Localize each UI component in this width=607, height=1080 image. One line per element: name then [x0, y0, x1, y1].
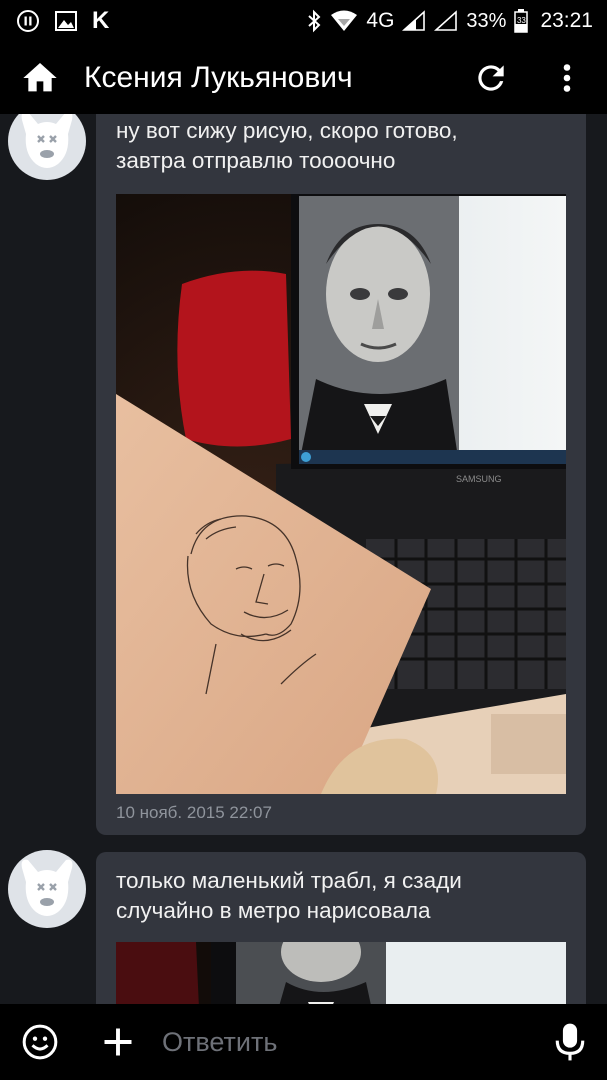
photo-image [116, 942, 566, 1004]
message-photo[interactable] [116, 942, 566, 1004]
page-title: Ксения Лукьянович [84, 61, 353, 94]
bluetooth-icon [306, 9, 322, 33]
message-photo[interactable]: SAMSUNG [116, 194, 566, 794]
photo-image: SAMSUNG [116, 194, 566, 794]
laptop-brand: SAMSUNG [456, 474, 502, 484]
message-text: только маленький трабл, я сзади случайно… [116, 866, 462, 926]
mic-icon [555, 1023, 585, 1061]
status-bar: K 4G 33% 33 23:21 [0, 0, 607, 42]
more-vert-icon [563, 64, 571, 92]
emoji-button[interactable] [20, 1022, 60, 1062]
default-avatar-icon [21, 114, 73, 168]
network-type: 4G [366, 9, 395, 32]
default-avatar-icon [21, 859, 73, 916]
signal-icon-2 [434, 10, 458, 32]
clock: 23:21 [540, 9, 593, 32]
refresh-button[interactable] [467, 54, 515, 102]
refresh-icon [478, 65, 504, 91]
message-text-line: случайно в метро нарисовала [116, 898, 431, 923]
message-timestamp: 10 нояб. 2015 22:07 [116, 803, 272, 822]
battery-icon: 33 [514, 9, 529, 33]
more-options-button[interactable] [543, 54, 591, 102]
compose-bar: Ответить [0, 1004, 607, 1080]
message-text-line: ну вот сижу рисую, скоро готово, [116, 118, 458, 143]
message-text: ну вот сижу рисую, скоро готово, завтра … [116, 116, 458, 176]
message-bubble[interactable]: ну вот сижу рисую, скоро готово, завтра … [96, 114, 586, 835]
message-bubble[interactable]: только маленький трабл, я сзади случайно… [96, 852, 586, 1004]
app-bar: Ксения Лукьянович [0, 42, 607, 114]
reply-input[interactable]: Ответить [162, 1027, 553, 1058]
avatar[interactable] [8, 114, 86, 180]
home-button[interactable] [16, 54, 64, 102]
signal-icon [402, 10, 426, 32]
emoji-icon [22, 1024, 58, 1060]
avatar[interactable] [8, 850, 86, 928]
carrier-letter: K [92, 7, 110, 34]
battery-level-text: 33 [516, 16, 526, 25]
message-text-line: только маленький трабл, я сзади [116, 868, 462, 893]
wifi-icon [330, 10, 358, 32]
add-attachment-button[interactable] [100, 1024, 136, 1060]
image-icon [54, 10, 78, 32]
pause-icon [16, 9, 40, 33]
message-list[interactable]: ну вот сижу рисую, скоро готово, завтра … [0, 114, 607, 1004]
message-text-line: завтра отправлю тоооочно [116, 148, 396, 173]
add-icon [104, 1028, 132, 1056]
home-icon [23, 63, 57, 92]
battery-percent: 33% [466, 9, 507, 32]
voice-message-button[interactable] [553, 1022, 587, 1062]
